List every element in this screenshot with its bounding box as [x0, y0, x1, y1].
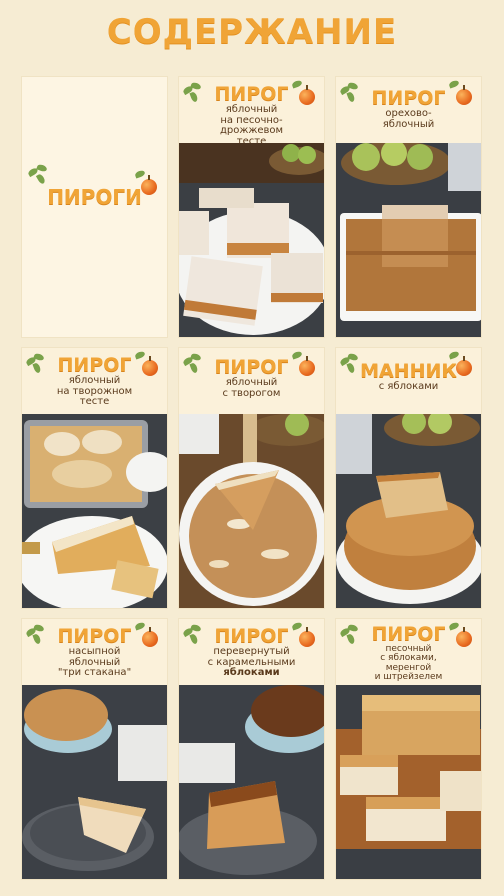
recipe-photo: [336, 143, 481, 337]
recipe-photo: [22, 414, 167, 608]
card-title-main: ПИРОГ: [214, 83, 289, 105]
card-header: ПИРОГ яблочный на творожном тесте: [22, 348, 167, 414]
card-title: ПИРОГ орехово- яблочный: [350, 89, 467, 130]
recipe-photo: [179, 685, 324, 879]
recipe-photo: [336, 685, 481, 879]
card-title: ПИРОГ насыпной яблочный "три стакана": [36, 627, 153, 679]
recipe-card-7[interactable]: ПИРОГ перевернутый с карамельными яблока…: [178, 618, 325, 880]
card-title-main: ПИРОГ: [57, 625, 132, 647]
card-subtitle-line: яблоками: [223, 667, 280, 678]
card-subtitle-line: орехово-: [385, 108, 432, 119]
card-title: ПИРОГ яблочный на творожном тесте: [36, 356, 153, 408]
card-subtitle-line: яблочный: [225, 104, 278, 115]
recipe-card-6[interactable]: ПИРОГ насыпной яблочный "три стакана": [21, 618, 168, 880]
cover-card[interactable]: ПИРОГИ: [21, 76, 168, 338]
card-subtitle-line: дрожжевом: [219, 125, 284, 136]
card-header: ПИРОГ перевернутый с карамельными яблока…: [179, 619, 324, 685]
recipe-card-1[interactable]: ПИРОГ яблочный на песочно- дрожжевом тес…: [178, 76, 325, 338]
recipe-card-5[interactable]: МАННИК с яблоками: [335, 347, 482, 609]
card-title: МАННИК с яблоками: [350, 362, 467, 393]
recipe-grid: ПИРОГИ ПИРОГ яблочный на песочно- дрожже…: [21, 76, 483, 880]
recipe-card-8[interactable]: ПИРОГ песочный с яблоками, меренгой и шт…: [335, 618, 482, 880]
card-subtitle-line: яблочный: [68, 375, 121, 386]
card-title: ПИРОГ яблочный на песочно- дрожжевом тес…: [193, 85, 310, 147]
recipe-photo: [179, 143, 324, 337]
card-subtitle-line: с яблоками: [378, 381, 439, 392]
card-title-main: МАННИК: [360, 360, 457, 382]
card-subtitle-line: с творогом: [222, 387, 281, 399]
card-title-main: ПИРОГ: [371, 87, 446, 109]
card-subtitle-line: яблочный: [382, 118, 435, 130]
card-header: ПИРОГ орехово- яблочный: [336, 77, 481, 143]
recipe-photo: [179, 414, 324, 608]
cover-title: ПИРОГИ: [47, 185, 142, 209]
card-subtitle-line: насыпной: [68, 646, 121, 657]
card-subtitle-line: яблочный: [225, 377, 278, 388]
card-subtitle-line: перевернутый: [213, 646, 290, 657]
card-header: ПИРОГ песочный с яблоками, меренгой и шт…: [336, 619, 481, 685]
card-header: МАННИК с яблоками: [336, 348, 481, 414]
card-header: ПИРОГ яблочный с творогом: [179, 348, 324, 414]
card-subtitle-line: тесте: [79, 396, 110, 407]
card-title: ПИРОГ яблочный с творогом: [193, 358, 310, 399]
card-header: ПИРОГ яблочный на песочно- дрожжевом тес…: [179, 77, 324, 146]
card-title-main: ПИРОГ: [214, 625, 289, 647]
page-title: СОДЕРЖАНИЕ: [106, 12, 398, 52]
recipe-photo: [336, 414, 481, 608]
recipe-card-4[interactable]: ПИРОГ яблочный с творогом: [178, 347, 325, 609]
card-title-main: ПИРОГ: [57, 354, 132, 376]
recipe-card-3[interactable]: ПИРОГ яблочный на творожном тесте: [21, 347, 168, 609]
card-title: ПИРОГ перевернутый с карамельными яблока…: [193, 627, 310, 679]
recipe-photo: [22, 685, 167, 879]
recipe-card-2[interactable]: ПИРОГ орехово- яблочный: [335, 76, 482, 338]
card-title-main: ПИРОГ: [371, 623, 446, 645]
card-subtitle-line: "три стакана": [57, 667, 132, 678]
card-title-main: ПИРОГ: [214, 356, 289, 378]
card-title: ПИРОГ песочный с яблоками, меренгой и шт…: [350, 625, 467, 683]
card-header: ПИРОГ насыпной яблочный "три стакана": [22, 619, 167, 685]
card-subtitle-line: и штрейзелем: [374, 672, 443, 683]
